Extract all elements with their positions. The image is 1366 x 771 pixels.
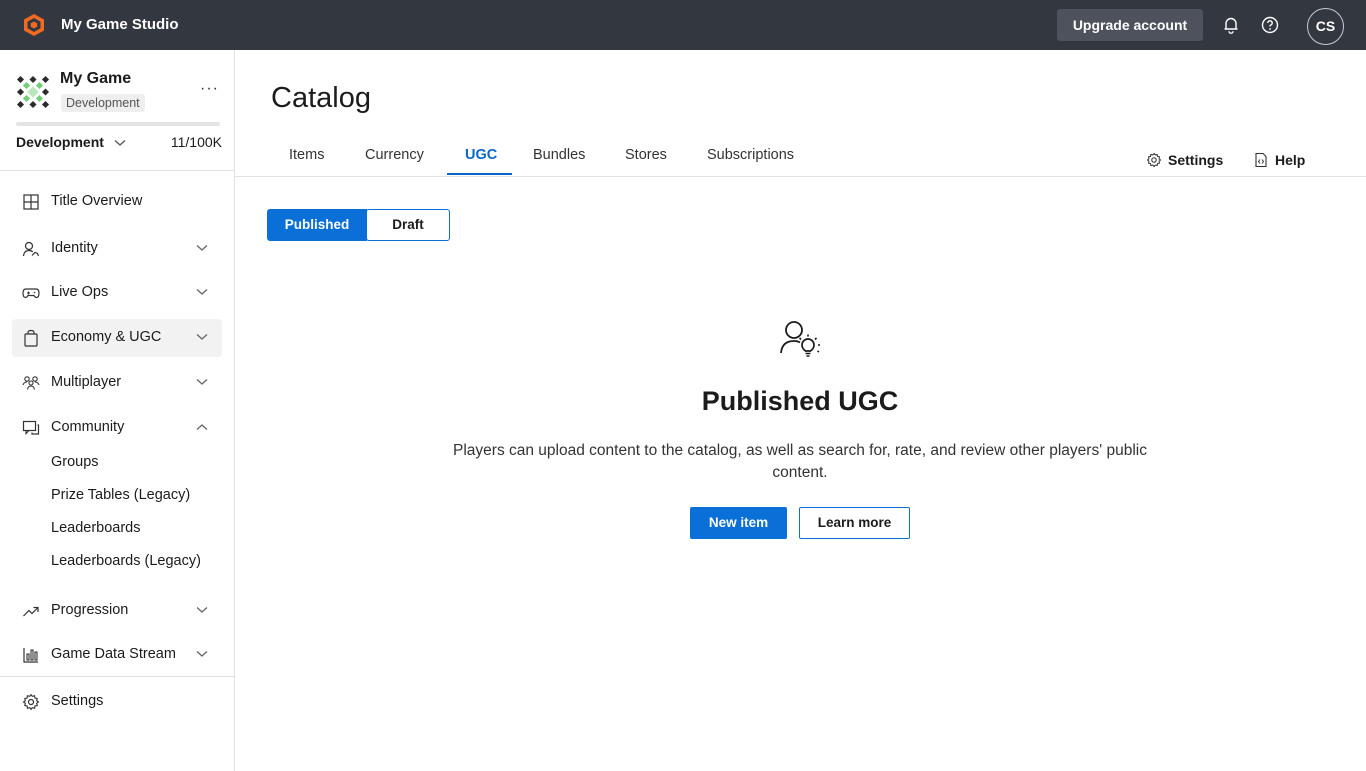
logo-icon[interactable] — [22, 13, 46, 37]
game-more-menu-button[interactable]: ··· — [200, 80, 219, 98]
tab-ugc[interactable]: UGC — [465, 147, 497, 163]
sidebar-subitem-leaderboards[interactable]: Leaderboards — [51, 520, 141, 536]
sidebar-item-label: Live Ops — [51, 284, 109, 300]
grid-icon — [23, 194, 39, 210]
chevron-down-icon — [196, 379, 208, 385]
sidebar: My Game Development ··· Development 11/1… — [0, 50, 235, 771]
chevron-down-icon — [114, 140, 126, 147]
sidebar-subitem-groups[interactable]: Groups — [51, 454, 99, 470]
identity-icon — [22, 241, 40, 257]
game-name[interactable]: My Game — [60, 70, 131, 88]
help-link-label: Help — [1275, 152, 1306, 168]
learn-more-button[interactable]: Learn more — [799, 507, 910, 539]
chevron-down-icon — [196, 607, 208, 613]
chevron-down-icon — [196, 245, 208, 251]
help-link[interactable]: Help — [1255, 152, 1306, 168]
sidebar-item-label: Multiplayer — [51, 374, 122, 390]
chevron-up-icon — [196, 424, 208, 430]
sidebar-item-settings[interactable]: Settings — [12, 683, 222, 721]
tab-bundles[interactable]: Bundles — [533, 147, 585, 163]
settings-link-label: Settings — [1168, 152, 1224, 168]
settings-link[interactable]: Settings — [1146, 152, 1224, 168]
draft-toggle[interactable]: Draft — [366, 209, 450, 241]
sidebar-divider — [0, 676, 234, 677]
sidebar-subitem-leaderboards-legacy[interactable]: Leaderboards (Legacy) — [51, 553, 201, 569]
sidebar-item-label: Progression — [51, 602, 129, 618]
environment-badge: Development — [61, 94, 145, 112]
help-icon[interactable] — [1260, 15, 1280, 35]
sidebar-item-economy-ugc[interactable]: Economy & UGC — [12, 319, 222, 357]
sidebar-item-label: Economy & UGC — [51, 329, 162, 345]
environment-select[interactable]: Development — [16, 134, 126, 150]
sidebar-item-label: Identity — [51, 240, 98, 256]
game-avatar-icon — [16, 75, 50, 109]
active-tab-indicator — [447, 173, 512, 175]
sidebar-item-identity[interactable]: Identity — [12, 230, 222, 268]
sidebar-item-label: Title Overview — [51, 193, 143, 209]
chevron-down-icon — [196, 651, 208, 657]
bar-chart-icon — [23, 648, 38, 663]
published-toggle[interactable]: Published — [267, 209, 367, 241]
document-code-icon — [1255, 152, 1267, 168]
avatar[interactable]: CS — [1307, 8, 1344, 45]
sidebar-item-label: Settings — [51, 693, 104, 709]
sidebar-item-label: Community — [51, 419, 125, 435]
user-lightbulb-icon — [780, 321, 820, 357]
chevron-down-icon — [196, 289, 208, 295]
studio-name[interactable]: My Game Studio — [61, 16, 179, 33]
sidebar-item-live-ops[interactable]: Live Ops — [12, 274, 222, 312]
tab-items[interactable]: Items — [289, 147, 324, 163]
tabs-divider — [235, 176, 1366, 177]
sidebar-item-multiplayer[interactable]: Multiplayer — [12, 364, 222, 402]
top-bar: My Game Studio Upgrade account CS — [0, 0, 1366, 50]
new-item-button[interactable]: New item — [690, 507, 787, 539]
gear-icon — [22, 693, 40, 711]
tab-currency[interactable]: Currency — [365, 147, 424, 163]
sidebar-subitem-prize-tables[interactable]: Prize Tables (Legacy) — [51, 487, 190, 503]
page-title: Catalog — [271, 82, 371, 114]
trend-icon — [23, 606, 39, 617]
sidebar-item-label: Game Data Stream — [51, 646, 176, 662]
tab-stores[interactable]: Stores — [625, 147, 667, 163]
upgrade-account-button[interactable]: Upgrade account — [1057, 9, 1203, 41]
tab-subscriptions[interactable]: Subscriptions — [707, 147, 794, 163]
sidebar-item-game-data-stream[interactable]: Game Data Stream — [12, 636, 222, 674]
environment-select-label: Development — [16, 134, 104, 150]
gamepad-icon — [22, 288, 40, 299]
sidebar-item-title-overview[interactable]: Title Overview — [12, 183, 222, 221]
gear-icon — [1146, 152, 1162, 168]
sidebar-item-community[interactable]: Community — [12, 409, 222, 447]
sidebar-divider — [0, 170, 234, 171]
sidebar-item-progression[interactable]: Progression — [12, 592, 222, 630]
community-icon — [22, 420, 40, 435]
empty-state-description: Players can upload content to the catalo… — [453, 442, 1147, 481]
bell-icon[interactable] — [1221, 15, 1241, 35]
chevron-down-icon — [196, 334, 208, 340]
people-icon — [22, 376, 40, 390]
bag-icon — [24, 329, 38, 347]
usage-bar — [16, 122, 220, 126]
usage-count: 11/100K — [170, 134, 222, 150]
empty-state-title: Published UGC — [701, 386, 899, 416]
